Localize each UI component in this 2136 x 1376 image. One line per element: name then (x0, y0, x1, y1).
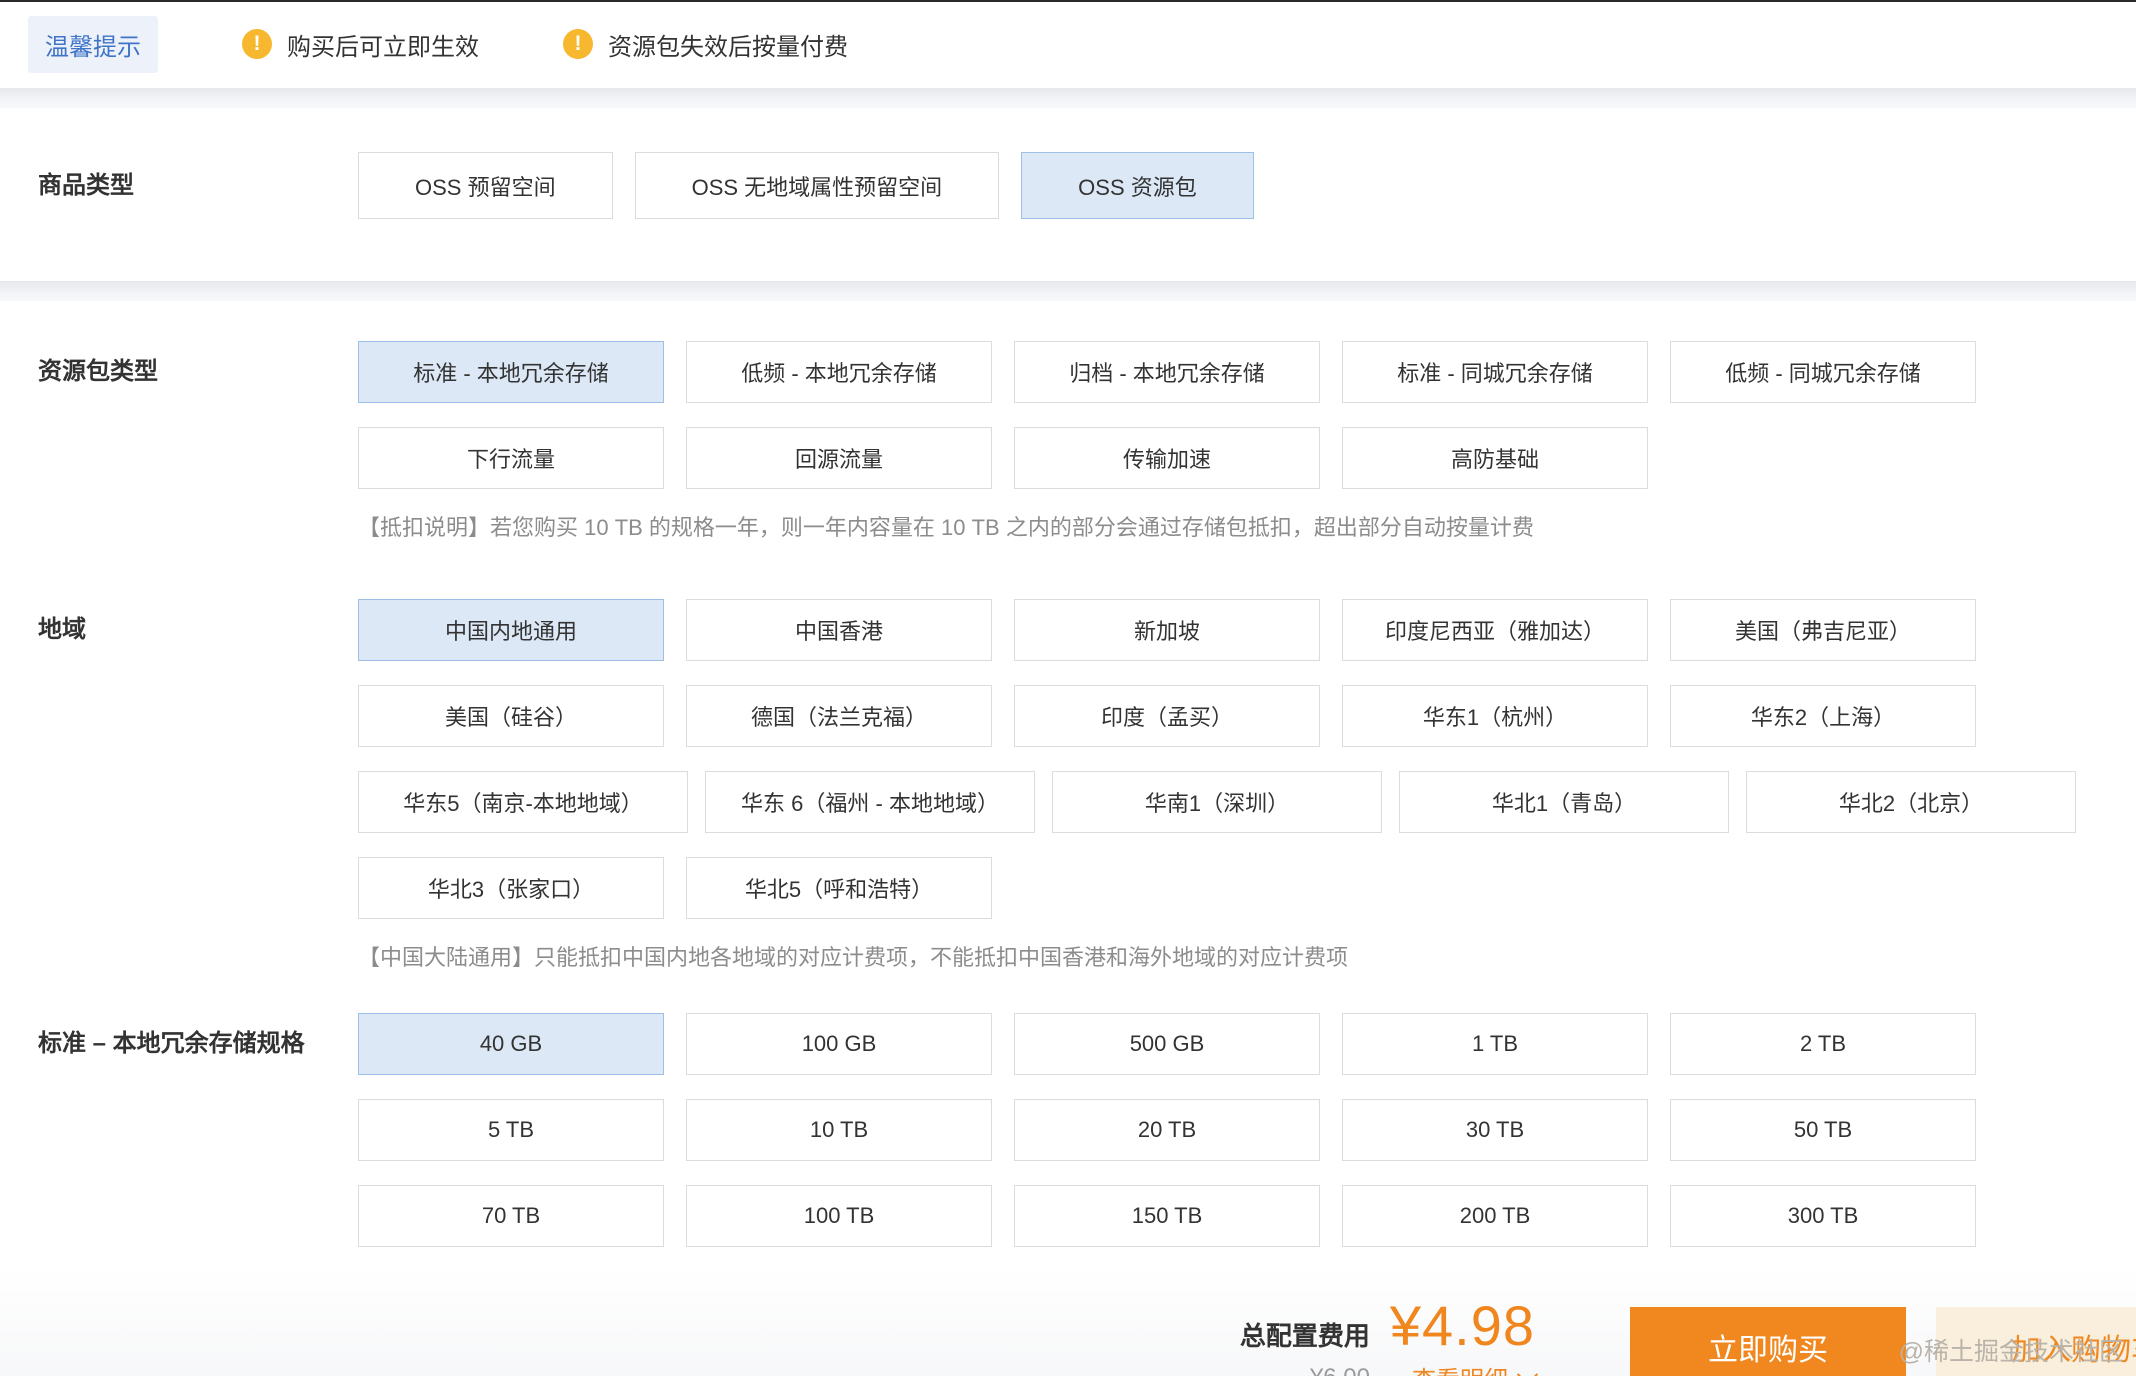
region-option[interactable]: 华北3（张家口） (358, 857, 664, 919)
product-type-options: OSS 预留空间 OSS 无地域属性预留空间 OSS 资源包 (358, 152, 2136, 219)
package-type-label: 资源包类型 (0, 341, 358, 403)
package-type-section: 资源包类型 标准 - 本地冗余存储低频 - 本地冗余存储归档 - 本地冗余存储标… (0, 341, 2136, 543)
region-row: 美国（硅谷） 德国（法兰克福） 印度（孟买） 华东1（杭州） 华东2（上海） (358, 685, 2136, 747)
spec-row: 40 GB 100 GB 500 GB 1 TB 2 TB (358, 1013, 2136, 1075)
region-option[interactable]: 中国香港 (686, 599, 992, 661)
total-cost-label: 总配置费用 (1240, 1316, 1370, 1353)
product-type-option[interactable]: OSS 无地域属性预留空间 (635, 152, 1000, 219)
oss-package-purchase-page: 温馨提示 ! 购买后可立即生效 ! 资源包失效后按量付费 商品类型 OSS 预留… (0, 0, 2136, 1376)
product-type-option[interactable]: OSS 资源包 (1021, 152, 1254, 219)
spec-option[interactable]: 100 TB (686, 1185, 992, 1247)
spec-option[interactable]: 20 TB (1014, 1099, 1320, 1161)
package-type-option[interactable]: 标准 - 本地冗余存储 (358, 341, 664, 403)
region-row: 华东5（南京-本地地域） 华东 6（福州 - 本地地域） 华南1（深圳） 华北1（青岛… (358, 771, 2136, 833)
region-label: 地域 (0, 599, 358, 661)
spec-options: 40 GB 100 GB 500 GB 1 TB 2 TB 5 TB 10 TB 20 TB 3… (358, 1013, 2136, 1247)
original-price: ¥6.00 (1310, 1364, 1370, 1376)
region-option[interactable]: 新加坡 (1014, 599, 1320, 661)
package-type-option[interactable]: 传输加速 (1014, 427, 1320, 489)
spec-option[interactable]: 150 TB (1014, 1185, 1320, 1247)
region-option[interactable]: 印度尼西亚（雅加达） (1342, 599, 1648, 661)
region-note: 【中国大陆通用】只能抵扣中国内地各地域的对应计费项，不能抵扣中国香港和海外地域的… (358, 943, 2136, 973)
spec-option[interactable]: 5 TB (358, 1099, 664, 1161)
tip-text: 购买后可立即生效 (287, 27, 479, 62)
tips-bar: 温馨提示 ! 购买后可立即生效 ! 资源包失效后按量付费 (0, 2, 2136, 88)
warning-icon: ! (563, 29, 593, 59)
region-option[interactable]: 美国（硅谷） (358, 685, 664, 747)
package-type-note: 【抵扣说明】若您购买 10 TB 的规格一年，则一年内容量在 10 TB 之内的… (358, 513, 2136, 543)
product-type-label: 商品类型 (0, 152, 358, 219)
buy-now-button[interactable]: 立即购买 (1630, 1307, 1906, 1376)
view-details-text: 查看明细 (1412, 1360, 1508, 1376)
tip-text: 资源包失效后按量付费 (608, 27, 848, 62)
tip-item-billing: ! 资源包失效后按量付费 (563, 27, 848, 62)
region-option[interactable]: 华北2（北京） (1746, 771, 2076, 833)
package-type-option[interactable]: 低频 - 同城冗余存储 (1670, 341, 1976, 403)
region-option[interactable]: 华北1（青岛） (1399, 771, 1729, 833)
footer-bar: 总配置费用 ¥4.98 ¥6.00 查看明细 立即购买 加入购物车 (0, 1267, 2136, 1376)
region-option[interactable]: 华东 6（福州 - 本地地域） (705, 771, 1035, 833)
view-details-link[interactable]: 查看明细 (1412, 1360, 1535, 1376)
package-type-option[interactable]: 下行流量 (358, 427, 664, 489)
region-section: 地域 中国内地通用中国香港新加坡印度尼西亚（雅加达） 美国（弗吉尼亚） 美国（硅谷）… (0, 599, 2136, 973)
spec-option[interactable]: 2 TB (1670, 1013, 1976, 1075)
tip-item-effect: ! 购买后可立即生效 (242, 27, 479, 62)
package-type-option[interactable]: 标准 - 同城冗余存储 (1342, 341, 1648, 403)
product-type-option[interactable]: OSS 预留空间 (358, 152, 613, 219)
total-price: ¥4.98 (1390, 1293, 1535, 1358)
spec-option[interactable]: 70 TB (358, 1185, 664, 1247)
region-option[interactable]: 华东1（杭州） (1342, 685, 1648, 747)
spec-option[interactable]: 100 GB (686, 1013, 992, 1075)
section-divider (0, 88, 2136, 108)
spec-option[interactable]: 1 TB (1342, 1013, 1648, 1075)
spec-option[interactable]: 40 GB (358, 1013, 664, 1075)
spec-option[interactable]: 10 TB (686, 1099, 992, 1161)
region-option[interactable]: 华东2（上海） (1670, 685, 1976, 747)
package-type-row: 标准 - 本地冗余存储低频 - 本地冗余存储归档 - 本地冗余存储标准 - 同城… (358, 341, 2136, 403)
package-type-option[interactable]: 高防基础 (1342, 427, 1648, 489)
region-row: 中国内地通用中国香港新加坡印度尼西亚（雅加达） 美国（弗吉尼亚） (358, 599, 2136, 661)
product-type-section: 商品类型 OSS 预留空间 OSS 无地域属性预留空间 OSS 资源包 (0, 108, 2136, 281)
section-divider (0, 281, 2136, 301)
package-type-row: 下行流量回源流量传输加速高防基础 (358, 427, 2136, 489)
region-option[interactable]: 中国内地通用 (358, 599, 664, 661)
region-options: 中国内地通用中国香港新加坡印度尼西亚（雅加达） 美国（弗吉尼亚） 美国（硅谷） 德国（… (358, 599, 2136, 919)
spec-row: 5 TB 10 TB 20 TB 30 TB 50 TB (358, 1099, 2136, 1161)
package-type-option[interactable]: 归档 - 本地冗余存储 (1014, 341, 1320, 403)
spec-option[interactable]: 500 GB (1014, 1013, 1320, 1075)
region-option[interactable]: 华北5（呼和浩特） (686, 857, 992, 919)
spec-label: 标准 – 本地冗余存储规格 (0, 1013, 358, 1075)
chevron-down-icon (1517, 1364, 1538, 1376)
warning-icon: ! (242, 29, 272, 59)
spec-option[interactable]: 30 TB (1342, 1099, 1648, 1161)
spec-section: 标准 – 本地冗余存储规格 40 GB 100 GB 500 GB 1 TB 2 TB 5… (0, 1013, 2136, 1247)
watermark: @稀土掘金技术社区 (1899, 1332, 2124, 1368)
spec-row: 70 TB 100 TB 150 TB 200 TB 300 TB (358, 1185, 2136, 1247)
region-option[interactable]: 美国（弗吉尼亚） (1670, 599, 1976, 661)
tips-badge: 温馨提示 (28, 16, 158, 73)
package-type-option[interactable]: 低频 - 本地冗余存储 (686, 341, 992, 403)
package-type-option[interactable]: 回源流量 (686, 427, 992, 489)
spec-option[interactable]: 300 TB (1670, 1185, 1976, 1247)
price-block: 总配置费用 ¥4.98 ¥6.00 查看明细 (1240, 1293, 1535, 1376)
package-type-options: 标准 - 本地冗余存储低频 - 本地冗余存储归档 - 本地冗余存储标准 - 同城… (358, 341, 2136, 489)
region-row: 华北3（张家口） 华北5（呼和浩特） (358, 857, 2136, 919)
product-type-row: OSS 预留空间 OSS 无地域属性预留空间 OSS 资源包 (358, 152, 2136, 219)
region-option[interactable]: 华南1（深圳） (1052, 771, 1382, 833)
region-option[interactable]: 印度（孟买） (1014, 685, 1320, 747)
spec-option[interactable]: 50 TB (1670, 1099, 1976, 1161)
region-option[interactable]: 华东5（南京-本地地域） (358, 771, 688, 833)
region-option[interactable]: 德国（法兰克福） (686, 685, 992, 747)
spec-option[interactable]: 200 TB (1342, 1185, 1648, 1247)
